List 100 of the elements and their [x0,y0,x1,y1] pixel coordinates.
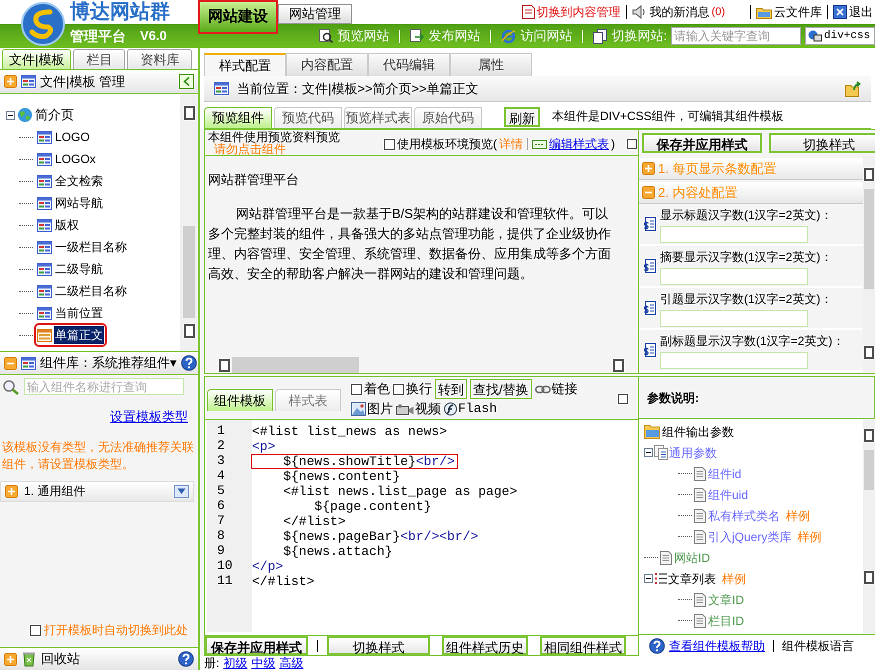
param-item[interactable]: 文章列表 [668,570,716,588]
component-icon [37,262,52,276]
tree-item[interactable]: LOGO [54,128,91,146]
manual-link[interactable]: 组件模板语言 [782,636,854,654]
sidebar-tab[interactable]: 资料库 [127,49,192,69]
param-item[interactable]: 私有样式类名 [708,506,780,524]
line-number: 4 [216,469,226,484]
tree-item[interactable]: 一级栏目名称 [54,238,128,256]
number-field[interactable] [660,226,808,242]
panel-button[interactable]: 保存并应用样式 [642,133,762,153]
set-type-link[interactable]: 设置模板类型 [110,407,188,426]
view-tab[interactable]: 预览样式表 [344,107,412,128]
header-link[interactable]: 云文件库 [774,3,822,21]
toolbar-link[interactable]: 视频 [415,399,441,419]
checkbox[interactable] [30,624,41,636]
toolbar-link[interactable]: 链接 [552,379,578,399]
code-line: </p> [252,560,284,573]
toolbar-link[interactable]: Flash [458,399,498,419]
minus-icon[interactable] [642,186,655,199]
scrollbar[interactable] [863,156,875,373]
footer-button[interactable]: 相同组件样式 [540,636,626,655]
header-link[interactable]: 我的新消息 [650,3,710,21]
sidebar-tab[interactable]: 文件|模板 [2,49,72,69]
level-link[interactable]: 中级 [251,657,276,669]
component-icon [21,356,36,370]
level-link[interactable]: 初级 [223,657,248,669]
collapse-icon[interactable] [644,574,653,583]
component-search-field[interactable]: 输入组件名称进行查询 [24,378,184,395]
param-item[interactable]: 引入jQuery类库 [708,528,792,546]
checkbox-label: 着色 [364,380,390,398]
number-field[interactable] [660,268,808,284]
paren-text: ) [611,136,615,153]
checkbox-label: 打开模板时自动切换到此处 [44,622,188,639]
param-item[interactable]: 组件uid [708,486,748,504]
toolbar-button[interactable]: 查找/替换 [470,379,532,399]
app-subtitle: 管理平台 [70,26,126,46]
line-number: 5 [216,484,226,499]
editor-tab[interactable]: 样式表 [275,389,341,411]
document-icon [694,592,706,606]
code-line: ${news.showTitle}<br/> [252,455,457,468]
checkbox[interactable] [384,138,395,150]
maximize-icon [627,139,637,149]
panel-title: 文件|模板 管理 [40,72,126,91]
help-link[interactable]: 查看组件模板帮助 [669,636,765,654]
main-tab[interactable]: 网站建设 [200,2,276,32]
site-search-field[interactable]: 请输入关键字查询 [671,27,801,45]
code-line: <p> [252,440,276,453]
param-item[interactable]: 组件id [708,464,742,482]
panel-button[interactable]: 切换样式 [769,133,875,153]
main-tab[interactable]: 内容配置 [286,53,368,76]
toolbar-button[interactable]: 转到 [435,379,467,399]
tree-item[interactable]: 二级栏目名称 [54,282,128,300]
level-link[interactable]: 高级 [279,657,304,669]
collapse-icon[interactable] [6,110,15,120]
view-tab[interactable]: 预览代码 [274,107,342,128]
param-item[interactable]: 组件输出参数 [662,422,734,440]
document-icon [694,508,706,522]
main-tab[interactable]: 属性 [450,53,532,76]
tree-item[interactable]: 版权 [54,216,80,234]
scrollbar[interactable] [863,419,875,634]
view-tab[interactable]: 预览组件 [204,107,272,128]
tree-item[interactable]: 全文检索 [54,172,104,190]
footer-button[interactable]: 切换样式 [326,636,430,655]
expand-button[interactable] [174,484,189,498]
tree-item[interactable]: 当前位置 [54,304,104,322]
checkbox[interactable] [351,384,362,394]
header-link[interactable]: 退出 [849,3,873,21]
editor-tab[interactable]: 组件模板 [207,389,273,411]
site-select[interactable]: div+css [805,27,875,45]
main-tab[interactable]: 样式配置 [204,53,286,76]
view-tab[interactable]: 原始代码 [414,107,482,128]
tree-item[interactable]: 简介页 [35,105,74,125]
main-tab[interactable]: 代码编辑 [368,53,450,76]
sidebar-tab[interactable]: 栏目 [73,49,126,69]
number-field[interactable] [660,352,808,368]
component-note: 本组件是DIV+CSS组件，可编辑其组件模板 [552,108,784,125]
plus-icon[interactable] [642,162,655,175]
number-field[interactable] [660,310,808,326]
param-item[interactable]: 通用参数 [669,444,717,462]
toolbar-link[interactable]: 图片 [367,399,393,419]
tree-item[interactable]: 单篇正文 [54,326,104,344]
checkbox[interactable] [393,384,404,394]
collapse-icon[interactable] [644,448,653,457]
code-line: ${page.content} [313,500,432,513]
tree-item[interactable]: 二级导航 [54,260,104,278]
main-tab[interactable]: 网站管理 [278,4,352,24]
plus-icon [4,75,17,88]
scrollbar[interactable] [180,94,198,351]
code-line: ${news.attach} [282,545,392,558]
footer-button[interactable]: 保存并应用样式 [205,636,308,655]
tree-item[interactable]: LOGOx [54,150,97,168]
computer-icon [808,30,822,42]
tree-item[interactable]: 网站导航 [54,194,104,212]
code-line: <#list list_news as news> [252,425,448,438]
footer-button[interactable]: 组件样式历史 [442,636,528,655]
header-link[interactable]: 切换到内容管理 [536,3,621,21]
edit-stylesheet-link[interactable]: 编辑样式表 [549,135,609,153]
recycle-bin-icon [21,651,37,667]
collapse-button[interactable] [179,74,194,89]
refresh-button[interactable]: 刷新 [504,107,540,127]
